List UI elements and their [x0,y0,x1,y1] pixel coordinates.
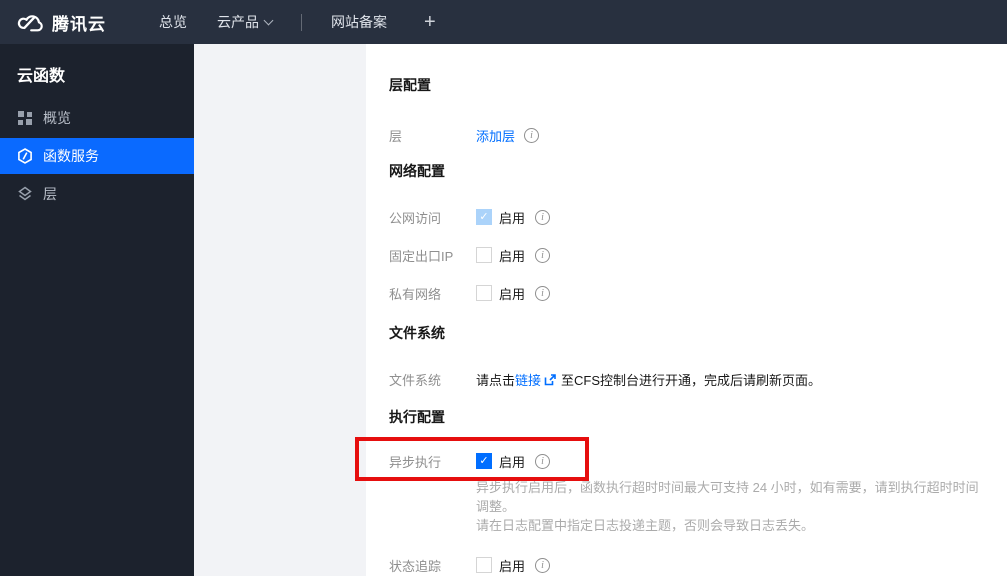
nav-item-icp[interactable]: 网站备案 [331,12,387,32]
hint-text-after: 至CFS控制台进行开通，完成后请刷新页面。 [561,372,822,388]
async-execution-help: 异步执行启用后，函数执行超时时间最大可支持 24 小时，如有需要，请到执行超时时… [476,478,981,535]
async-execution-label: 异步执行 [389,454,442,470]
add-layer-link[interactable]: 添加层 [476,126,515,145]
nav-products-label: 云产品 [217,14,259,30]
nav-item-overview[interactable]: 总览 [159,12,187,32]
brand-name[interactable]: 腾讯云 [52,10,106,35]
sidebar: 云函数 概览 函数服务 层 [0,44,194,576]
nav-item-products[interactable]: 云产品 [217,12,274,32]
info-icon[interactable]: i [524,127,540,143]
filesystem-label: 文件系统 [389,372,442,388]
enable-label: 启用 [499,558,526,574]
info-icon[interactable]: i [535,247,551,263]
sidebar-item-label: 函数服务 [43,148,99,164]
enable-label: 启用 [499,248,526,264]
async-execution-row: 异步执行 ✓ 启用 i [389,451,1007,471]
nav-divider [301,13,302,31]
info-icon[interactable]: i [535,285,551,301]
collapsed-secondary-panel [194,44,366,576]
enable-label: 启用 [499,286,526,302]
fixed-ip-row: 固定出口IP 启用 i [389,245,1007,265]
status-trace-label: 状态追踪 [389,558,442,574]
sidebar-item-label: 层 [43,186,57,202]
tencent-cloud-logo[interactable]: 腾讯云 [14,10,106,35]
status-trace-row: 状态追踪 启用 i [389,555,1007,575]
public-access-checkbox[interactable]: ✓ [476,209,492,225]
vpc-row: 私有网络 启用 i [389,283,1007,303]
help-line-1: 异步执行启用后，函数执行超时时间最大可支持 24 小时，如有需要，请到执行超时时… [476,480,979,514]
public-access-label: 公网访问 [389,210,442,226]
info-icon[interactable]: i [535,557,551,573]
add-tab-button[interactable]: + [424,11,436,34]
vpc-checkbox[interactable] [476,285,492,301]
execution-config-heading: 执行配置 [389,409,445,425]
top-nav: 腾讯云 总览 云产品 网站备案 + [0,0,1007,44]
hint-text-before: 请点击 [476,372,516,388]
fixed-ip-checkbox[interactable] [476,247,492,263]
vpc-label: 私有网络 [389,286,442,302]
grid-overview-icon [17,110,33,126]
sidebar-item-function-service[interactable]: 函数服务 [0,138,194,174]
sidebar-item-overview[interactable]: 概览 [0,100,194,136]
chevron-down-icon [263,15,274,26]
function-hexagon-icon [17,148,33,164]
async-execution-checkbox[interactable]: ✓ [476,453,492,469]
enable-label: 启用 [499,454,526,470]
layer-label: 层 [389,128,403,144]
filesystem-row: 文件系统 请点击链接 至CFS控制台进行开通，完成后请刷新页面。 [389,369,1007,389]
status-trace-checkbox[interactable] [476,557,492,573]
function-config-form: 层配置 层 添加层 i 网络配置 公网访问 ✓ 启用 i 固定出口IP 启用 i… [366,44,1007,576]
info-icon[interactable]: i [535,453,551,469]
cloud-logo-icon [17,15,43,32]
check-icon: ✓ [479,454,489,467]
info-icon[interactable]: i [535,209,551,225]
sidebar-item-label: 概览 [43,110,71,126]
layer-row: 层 添加层 i [389,125,1007,145]
enable-label: 启用 [499,210,526,226]
network-config-heading: 网络配置 [389,163,445,179]
fixed-ip-label: 固定出口IP [389,248,454,264]
sidebar-title: 云函数 [17,68,66,85]
filesystem-heading: 文件系统 [389,325,445,341]
layers-icon [17,186,33,202]
check-icon: ✓ [479,210,489,223]
sidebar-item-layers[interactable]: 层 [0,176,194,212]
public-access-row: 公网访问 ✓ 启用 i [389,207,1007,227]
filesystem-hint: 请点击链接 至CFS控制台进行开通，完成后请刷新页面。 [476,370,821,389]
external-link-icon[interactable] [544,373,556,389]
layer-config-heading: 层配置 [389,77,431,93]
help-line-2: 请在日志配置中指定日志投递主题，否则会导致日志丢失。 [476,518,815,533]
cfs-console-link[interactable]: 链接 [515,373,541,388]
